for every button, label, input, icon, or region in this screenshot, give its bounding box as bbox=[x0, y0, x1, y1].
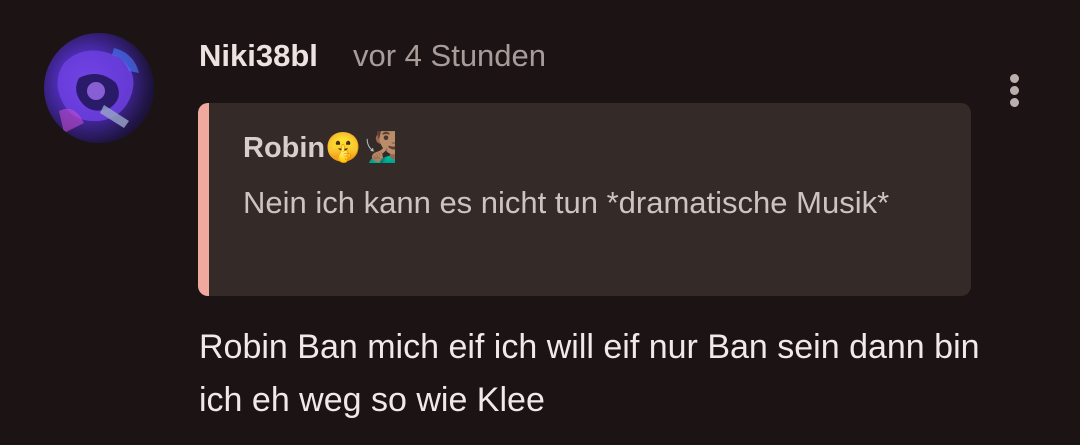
comment-body: Robin Ban mich eif ich will eif nur Ban … bbox=[199, 328, 980, 419]
quote-author-emojis: 🤫🧏🏽‍♂️ bbox=[325, 130, 398, 164]
quote-author-name: Robin bbox=[243, 132, 326, 164]
comment-item: Niki38bl vor 4 Stunden Robin🤫🧏🏽‍♂️ Nein … bbox=[0, 0, 1080, 445]
quote-accent-bar bbox=[198, 103, 209, 296]
comment-author[interactable]: Niki38bl bbox=[199, 36, 318, 76]
avatar-image bbox=[57, 48, 139, 133]
quoted-reply[interactable]: Robin🤫🧏🏽‍♂️ Nein ich kann es nicht tun *… bbox=[198, 103, 971, 296]
avatar[interactable] bbox=[44, 33, 154, 143]
quote-author: Robin🤫🧏🏽‍♂️ bbox=[243, 127, 397, 168]
quote-text: Nein ich kann es nicht tun *dramatische … bbox=[243, 185, 890, 220]
comment-timestamp: vor 4 Stunden bbox=[353, 38, 547, 73]
more-options-button[interactable] bbox=[996, 66, 1034, 114]
